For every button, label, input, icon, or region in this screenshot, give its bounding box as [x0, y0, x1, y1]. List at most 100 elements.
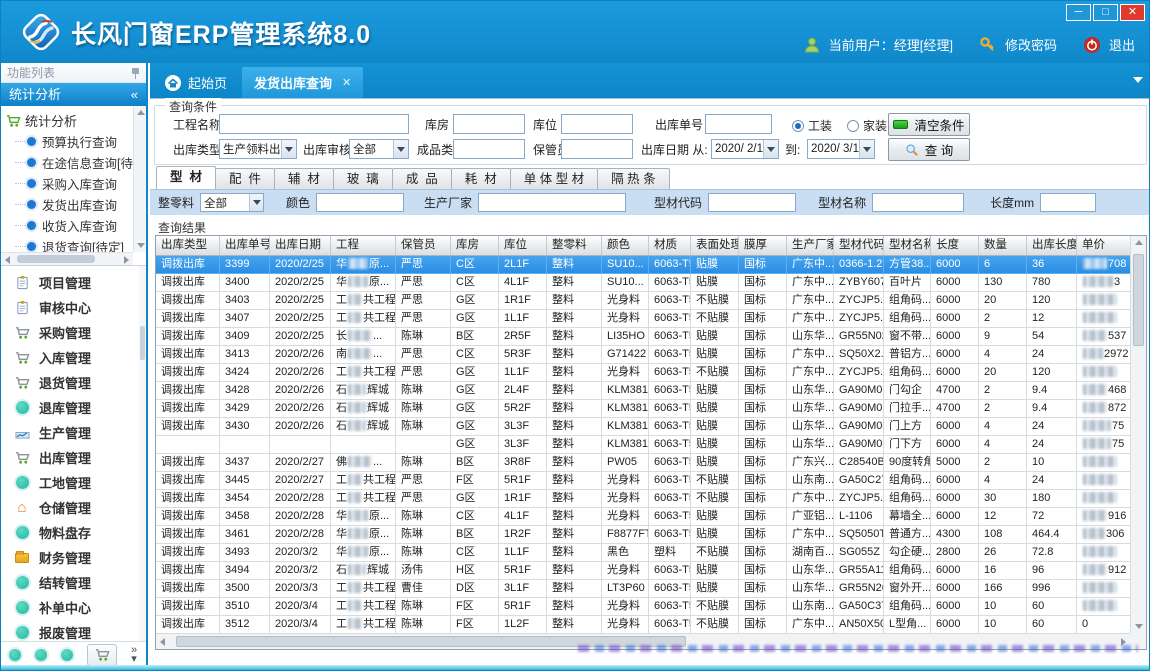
material-tab-隔热条[interactable]: 隔 热 条 [597, 168, 669, 189]
tree-item[interactable]: 在途信息查询[待 [5, 152, 133, 173]
sidebar-item-退库管理[interactable]: 退库管理 [1, 395, 146, 420]
warehouse-input[interactable] [453, 114, 525, 134]
tab-home[interactable]: 起始页 [152, 67, 239, 98]
table-row[interactable]: 调拨出库34032020/2/25工共工程严思G区1R1F整料光身料6063-T… [156, 292, 1130, 310]
radio-home-decoration[interactable]: 家装 [847, 117, 887, 134]
color-input[interactable] [316, 193, 404, 212]
table-row[interactable]: 调拨出库34132020/2/26南...严思C区5R3F整料G71422606… [156, 346, 1130, 364]
sidebar-item-退货管理[interactable]: 退货管理 [1, 370, 146, 395]
table-row[interactable]: 调拨出库34072020/2/25工共工程严思G区1L1F整料光身料6063-T… [156, 310, 1130, 328]
tree-horizontal-scrollbar[interactable] [1, 252, 133, 265]
table-row[interactable]: 调拨出库35102020/3/4工共工程陈琳F区5R1F整料光身料6063-T5… [156, 598, 1130, 616]
material-tab-辅材[interactable]: 辅 材 [274, 168, 334, 189]
column-header[interactable]: 长度 [931, 236, 979, 255]
profile-code-input[interactable] [708, 193, 796, 212]
maximize-button[interactable]: □ [1093, 4, 1118, 21]
search-button[interactable]: 查 询 [888, 138, 970, 161]
material-tab-配件[interactable]: 配 件 [215, 168, 275, 189]
location-input[interactable] [561, 114, 633, 134]
table-row[interactable]: 调拨出库34092020/2/25长...陈琳B区2R5F整料LI35HO606… [156, 328, 1130, 346]
minimize-button[interactable]: ─ [1066, 4, 1091, 21]
tree-item[interactable]: 发货出库查询 [5, 194, 133, 215]
outbound-audit-select[interactable]: 全部 [349, 139, 409, 159]
sidebar-item-财务管理[interactable]: 财务管理 [1, 545, 146, 570]
logout-link[interactable]: 退出 [1109, 35, 1135, 54]
collapse-icon[interactable]: « [131, 83, 138, 106]
cart-module-button[interactable] [87, 644, 117, 666]
module-dot-icon[interactable] [9, 649, 21, 661]
column-header[interactable]: 出库日期 [270, 236, 331, 255]
tab-overflow-chevron-icon[interactable] [1133, 77, 1143, 83]
column-header[interactable]: 型材代码 [834, 236, 884, 255]
table-row[interactable]: 调拨出库33992020/2/25华原...严思C区2L1F整料SU10...6… [156, 256, 1130, 274]
keeper-input[interactable] [561, 139, 633, 159]
column-header[interactable]: 数量 [979, 236, 1027, 255]
column-header[interactable]: 材质 [649, 236, 691, 255]
pin-icon[interactable] [131, 67, 140, 79]
table-row[interactable]: 调拨出库34242020/2/26工共工程严思G区1L1F整料光身料6063-T… [156, 364, 1130, 382]
table-row[interactable]: 调拨出库34942020/3/2石辉城汤伟H区5R1F整料光身料6063-T5贴… [156, 562, 1130, 580]
sidebar-item-入库管理[interactable]: 入库管理 [1, 345, 146, 370]
material-tab-单体型材[interactable]: 单 体 型 材 [510, 168, 598, 189]
column-header[interactable]: 表面处理 [691, 236, 739, 255]
material-tab-玻璃[interactable]: 玻 璃 [333, 168, 393, 189]
order-no-input[interactable] [705, 114, 772, 134]
dropdown-arrow-icon[interactable] [393, 140, 408, 158]
column-header[interactable]: 颜色 [602, 236, 649, 255]
sidebar-item-报废管理[interactable]: 报废管理 [1, 620, 146, 641]
column-header[interactable]: 库位 [499, 236, 547, 255]
material-tab-型材[interactable]: 型 材 [156, 166, 216, 189]
table-row[interactable]: 调拨出库34292020/2/26石辉城陈琳G区5R2F整料KLM3817606… [156, 400, 1130, 418]
table-row[interactable]: 调拨出库34542020/2/28工共工程严思G区1R1F整料光身料6063-T… [156, 490, 1130, 508]
tree-item[interactable]: 退货查询[待定] [5, 236, 133, 252]
sidebar-item-结转管理[interactable]: 结转管理 [1, 570, 146, 595]
tree-vertical-scrollbar[interactable] [133, 106, 146, 252]
dropdown-arrow-icon[interactable] [249, 194, 263, 211]
close-button[interactable]: ✕ [1120, 4, 1145, 21]
table-row[interactable]: 调拨出库34932020/3/2华原...陈琳C区1L1F整料黑色塑料不贴膜国标… [156, 544, 1130, 562]
clear-conditions-button[interactable]: 清空条件 [888, 113, 970, 136]
table-row[interactable]: 调拨出库35122020/3/4工共工程陈琳F区1L2F整料光身料6063-T5… [156, 616, 1130, 633]
dropdown-arrow-icon[interactable] [281, 140, 296, 158]
sidebar-item-仓储管理[interactable]: ⌂仓储管理 [1, 495, 146, 520]
tree-item[interactable]: 预算执行查询 [5, 131, 133, 152]
module-dot-icon[interactable] [61, 649, 73, 661]
sidebar-item-采购管理[interactable]: 采购管理 [1, 320, 146, 345]
table-row[interactable]: 调拨出库34302020/2/26石辉城陈琳G区3L3F整料KLM3817606… [156, 418, 1130, 436]
sidebar-item-物料盘存[interactable]: 物料盘存 [1, 520, 146, 545]
tree-item[interactable]: 收货入库查询 [5, 215, 133, 236]
column-header[interactable]: 工程 [331, 236, 396, 255]
table-row[interactable]: 调拨出库34452020/2/27工共工程严思F区5R1F整料光身料6063-T… [156, 472, 1130, 490]
date-from-picker[interactable]: 2020/ 2/16 [711, 139, 779, 159]
column-header[interactable]: 型材名称 [884, 236, 931, 255]
manufacturer-input[interactable] [478, 193, 626, 212]
table-row[interactable]: G区3L3F整料KLM38176063-T5贴膜国标山东华...GA90M09.… [156, 436, 1130, 454]
sidebar-item-项目管理[interactable]: 项目管理 [1, 270, 146, 295]
column-header[interactable]: 膜厚 [739, 236, 787, 255]
project-name-input[interactable] [219, 114, 409, 134]
profile-name-input[interactable] [872, 193, 964, 212]
table-row[interactable]: 调拨出库34282020/2/26石辉城陈琳G区2L4F整料KLM3817606… [156, 382, 1130, 400]
column-header[interactable]: 出库单号 [220, 236, 270, 255]
table-row[interactable]: 调拨出库35002020/3/3工共工程曹佳D区3L1F整料LT3P606063… [156, 580, 1130, 598]
material-tab-耗材[interactable]: 耗 材 [451, 168, 511, 189]
module-dot-icon[interactable] [35, 649, 47, 661]
dropdown-arrow-icon[interactable] [859, 140, 874, 158]
radio-workwear[interactable]: 工装 [792, 117, 832, 134]
menu-scrollbar[interactable] [139, 266, 146, 641]
whole-piece-select[interactable]: 全部 [200, 193, 264, 212]
table-row[interactable]: 调拨出库34372020/2/27佛...陈琳B区3R8F整料PW056063-… [156, 454, 1130, 472]
sidebar-item-审核中心[interactable]: 审核中心 [1, 295, 146, 320]
outbound-type-select[interactable]: 生产领料出库 [219, 139, 297, 159]
statistics-section-header[interactable]: 统计分析 « [1, 83, 146, 106]
sidebar-item-补单中心[interactable]: 补单中心 [1, 595, 146, 620]
column-header[interactable]: 整零料 [547, 236, 602, 255]
product-type-input[interactable] [453, 139, 525, 159]
more-modules-chevron[interactable]: »▾ [131, 646, 137, 664]
sidebar-item-生产管理[interactable]: 生产管理 [1, 420, 146, 445]
column-header[interactable]: 出库类型 [156, 236, 220, 255]
column-header[interactable]: 单价 [1077, 236, 1130, 255]
column-header[interactable]: 保管员 [396, 236, 451, 255]
column-header[interactable]: 库房 [451, 236, 499, 255]
material-tab-成品[interactable]: 成 品 [392, 168, 452, 189]
